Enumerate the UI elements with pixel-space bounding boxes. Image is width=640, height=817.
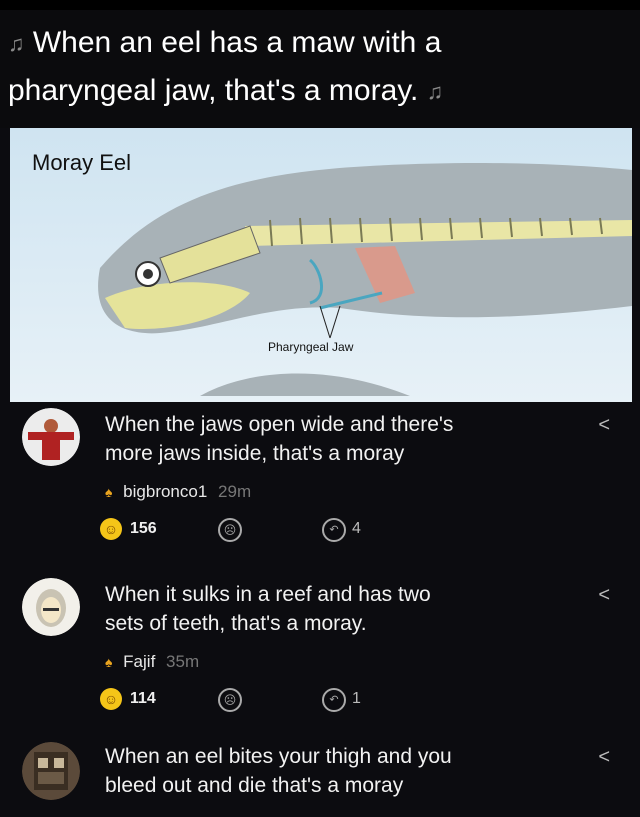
reply-icon[interactable]: ↶ xyxy=(322,518,346,542)
avatar[interactable] xyxy=(22,408,80,466)
reply-caret-icon[interactable]: < xyxy=(598,584,610,607)
like-count: 114 xyxy=(130,690,156,707)
comment-line-1: When it sulks in a reef and has two xyxy=(105,583,431,606)
reply-count: 4 xyxy=(352,520,361,537)
comment-line-1: When the jaws open wide and there's xyxy=(105,413,454,436)
reply-icon[interactable]: ↶ xyxy=(322,688,346,712)
reply-count: 1 xyxy=(352,690,361,707)
moray-eel-image: Moray Eel Pharyngeal Jaw xyxy=(10,128,632,402)
header-line-2: pharyngeal jaw, that's a moray. ♫ xyxy=(8,72,443,111)
music-note-icon: ♫ xyxy=(426,79,444,105)
fire-icon: ♠ xyxy=(105,654,113,670)
pharyngeal-jaw-label: Pharyngeal Jaw xyxy=(268,340,354,354)
header-text-2: pharyngeal jaw, that's a moray. xyxy=(8,74,419,107)
top-bar xyxy=(0,0,640,10)
comment-3: When an eel bites your thigh and you ble… xyxy=(0,736,640,817)
comment-text: When it sulks in a reef and has two sets… xyxy=(105,580,565,638)
fire-icon: ♠ xyxy=(105,484,113,500)
avatar[interactable] xyxy=(22,742,80,800)
dislike-frown-icon[interactable]: ☹ xyxy=(218,688,242,712)
music-note-icon: ♫ xyxy=(8,31,25,57)
user-avatar-icon xyxy=(22,408,80,466)
comment-line-1: When an eel bites your thigh and you xyxy=(105,745,452,768)
comment-line-2: sets of teeth, that's a moray. xyxy=(105,612,367,635)
avatar[interactable] xyxy=(22,578,80,636)
image-title: Moray Eel xyxy=(32,150,132,175)
reply-caret-icon[interactable]: < xyxy=(598,414,610,437)
username[interactable]: Fajif xyxy=(123,652,155,671)
comment-text: When an eel bites your thigh and you ble… xyxy=(105,742,565,800)
user-avatar-icon xyxy=(22,742,80,800)
comment-line-2: bleed out and die that's a moray xyxy=(105,774,404,797)
comment-line-2: more jaws inside, that's a moray xyxy=(105,442,405,465)
comment-text: When the jaws open wide and there's more… xyxy=(105,410,565,468)
username[interactable]: bigbronco1 xyxy=(123,482,207,501)
dislike-frown-icon[interactable]: ☹ xyxy=(218,518,242,542)
header-line-1: ♫ When an eel has a maw with a xyxy=(8,24,441,63)
comment-1: When the jaws open wide and there's more… xyxy=(0,402,640,562)
meme-header: ♫ When an eel has a maw with a pharyngea… xyxy=(0,10,640,128)
comment-2: When it sulks in a reef and has two sets… xyxy=(0,572,640,732)
like-smile-icon[interactable]: ☺ xyxy=(100,688,122,710)
like-smile-icon[interactable]: ☺ xyxy=(100,518,122,540)
timestamp: 29m xyxy=(218,482,252,501)
comment-meta: ♠ Fajif 35m xyxy=(105,652,199,672)
timestamp: 35m xyxy=(166,652,200,671)
reply-caret-icon[interactable]: < xyxy=(598,746,610,769)
user-avatar-icon xyxy=(22,578,80,636)
header-text-1: When an eel has a maw with a xyxy=(32,26,442,59)
comment-meta: ♠ bigbronco1 29m xyxy=(105,482,251,502)
like-count: 156 xyxy=(130,520,157,537)
